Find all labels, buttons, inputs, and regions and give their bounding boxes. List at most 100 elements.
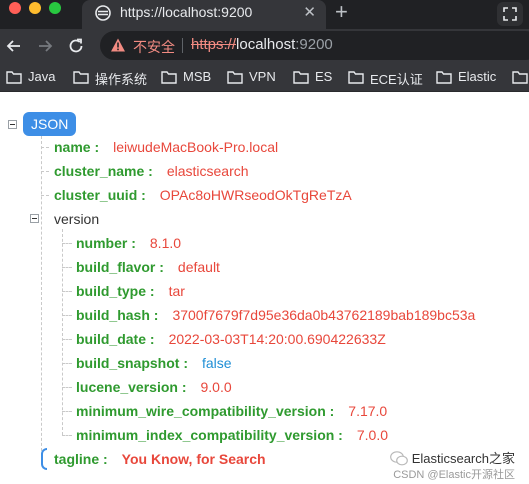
elasticsearch-favicon-icon: [95, 5, 111, 21]
window-close-button[interactable]: [9, 2, 21, 14]
address-divider: [182, 38, 183, 53]
json-key: build_date :: [76, 331, 155, 347]
folder-icon: [512, 71, 528, 84]
version-collapse-toggle[interactable]: [30, 214, 39, 223]
url-scheme: https://: [191, 36, 237, 53]
json-value: elasticsearch: [166, 163, 249, 179]
json-entry-lucene-version: lucene_version : 9.0.0: [76, 378, 232, 396]
bookmark-label: MSB: [183, 69, 212, 84]
json-value: default: [177, 259, 220, 275]
folder-icon: [348, 71, 364, 84]
json-entry-build-date: build_date : 2022-03-03T14:20:00.69042263…: [76, 330, 386, 348]
json-value: 7.0.0: [356, 427, 388, 443]
watermark-title: Elasticsearch之家: [389, 448, 515, 467]
json-entry-min-wire-compat: minimum_wire_compatibility_version : 7.17…: [76, 402, 387, 420]
json-key: cluster_uuid :: [54, 187, 146, 203]
json-value: 8.1.0: [149, 235, 182, 251]
folder-icon: [73, 71, 89, 84]
json-key: version: [54, 211, 100, 227]
json-value: leiwudeMacBook-Pro.local: [113, 139, 279, 155]
arrow-left-icon: [6, 40, 20, 52]
tree-connector: [41, 171, 49, 172]
bookmark-label: Java: [28, 69, 56, 84]
json-node-version[interactable]: version: [54, 210, 99, 228]
json-value: You Know, for Search: [121, 451, 266, 467]
tree-guide-level2: [62, 229, 63, 435]
folder-icon: [293, 71, 309, 84]
bookmark-label: ES: [315, 69, 333, 84]
bookmarks-bar: Java 操作系统 MSB VPN ES ECE认证 Elastic: [0, 62, 529, 92]
json-key: build_hash :: [76, 307, 159, 323]
folder-icon: [227, 71, 243, 84]
active-tab[interactable]: https://localhost:9200 ✕: [82, 0, 326, 29]
url-host: localhost: [236, 36, 296, 53]
expand-arrows-icon: [503, 7, 517, 21]
selection-bracket: [41, 448, 47, 470]
watermark-text: Elasticsearch之家: [411, 451, 515, 466]
new-tab-button[interactable]: +: [335, 0, 348, 25]
json-entry-name: name : leiwudeMacBook-Pro.local: [54, 138, 278, 156]
tree-connector: [62, 267, 72, 268]
tab-strip: https://localhost:9200 ✕ +: [0, 0, 529, 29]
json-key: name :: [54, 139, 100, 155]
json-value-boolean: false: [202, 355, 232, 371]
bookmark-label: ECE认证: [370, 72, 423, 87]
watermark-credit: CSDN @Elastic开源社区: [393, 469, 515, 481]
arrow-right-icon: [39, 40, 53, 52]
bookmark-label: VPN: [249, 69, 276, 84]
tree-guide-level1: [41, 136, 42, 456]
not-secure-label[interactable]: 不安全: [133, 37, 175, 57]
json-value: OPAc8oHWRseodOkTgReTzA: [159, 187, 352, 203]
window-zoom-button[interactable]: [49, 2, 61, 14]
json-value: tar: [168, 283, 185, 299]
url-text[interactable]: https://localhost:9200: [191, 36, 333, 53]
json-key: lucene_version :: [76, 379, 187, 395]
tab-search-button[interactable]: [497, 2, 523, 26]
bookmark-label: Elastic: [458, 69, 497, 84]
json-key: cluster_name :: [54, 163, 153, 179]
json-key: minimum_index_compatibility_version :: [76, 427, 343, 443]
tree-connector: [62, 315, 72, 316]
tab-title: https://localhost:9200: [120, 4, 253, 20]
json-value: 9.0.0: [200, 379, 232, 395]
json-key: build_flavor :: [76, 259, 164, 275]
tree-connector: [62, 387, 72, 388]
json-viewer: JSON name : leiwudeMacBook-Pro.local clus…: [0, 92, 529, 484]
json-entry-build-snapshot: build_snapshot : false: [76, 354, 232, 372]
json-value: 3700f7679f7d95e36da0b43762189bab189bc53a: [172, 307, 476, 323]
json-entry-min-index-compat: minimum_index_compatibility_version : 7.0…: [76, 426, 388, 444]
folder-icon: [6, 71, 22, 84]
forward-button[interactable]: [35, 36, 55, 56]
window-minimize-button[interactable]: [29, 2, 41, 14]
bookmark-label: 操作系统: [95, 72, 148, 87]
root-collapse-toggle[interactable]: [8, 120, 17, 129]
address-bar[interactable]: 不安全 https://localhost:9200: [100, 31, 529, 60]
json-entry-build-type: build_type : tar: [76, 282, 185, 300]
url-port: :9200: [295, 36, 333, 53]
json-value: 2022-03-03T14:20:00.690422633Z: [168, 331, 386, 347]
reload-icon: [69, 38, 83, 53]
tree-connector: [62, 243, 72, 244]
json-value: 7.17.0: [348, 403, 388, 419]
tree-connector: [62, 291, 72, 292]
json-entry-build-flavor: build_flavor : default: [76, 258, 220, 276]
json-root-label[interactable]: JSON: [23, 112, 77, 136]
tree-connector: [62, 411, 72, 412]
warning-triangle-icon[interactable]: [110, 37, 126, 53]
browser-toolbar: 不安全 https://localhost:9200: [0, 29, 529, 62]
wechat-icon: [389, 451, 408, 466]
tree-connector: [62, 339, 72, 340]
reload-button[interactable]: [66, 36, 86, 56]
back-button[interactable]: [4, 36, 24, 56]
json-entry-tagline[interactable]: tagline : You Know, for Search: [54, 450, 266, 468]
tab-close-icon[interactable]: ✕: [303, 3, 316, 21]
json-key: number :: [76, 235, 136, 251]
json-key: build_type :: [76, 283, 155, 299]
json-key: build_snapshot :: [76, 355, 188, 371]
folder-icon: [161, 71, 177, 84]
json-entry-number: number : 8.1.0: [76, 234, 181, 252]
tree-connector: [41, 195, 49, 196]
tree-connector: [62, 435, 72, 436]
json-entry-cluster-uuid: cluster_uuid : OPAc8oHWRseodOkTgReTzA: [54, 186, 352, 204]
json-key: tagline :: [54, 451, 108, 467]
